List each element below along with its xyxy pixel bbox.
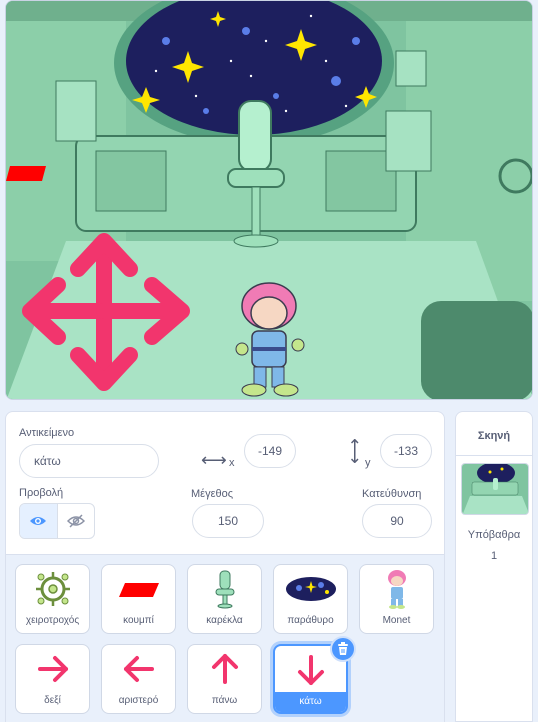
direction-field[interactable]: 90 bbox=[362, 504, 432, 538]
chair-icon bbox=[215, 570, 234, 609]
sprite-tile-name: κουμπί bbox=[123, 615, 154, 626]
sprite-tile-name: Monet bbox=[382, 615, 411, 626]
direction-label: Κατεύθυνση bbox=[362, 488, 422, 500]
hide-button[interactable] bbox=[58, 504, 95, 538]
show-label: Προβολή bbox=[19, 487, 64, 499]
size-field[interactable]: 150 bbox=[192, 504, 264, 538]
sprite-tile-down[interactable]: κάτω bbox=[273, 636, 356, 714]
sprite-tile-monet[interactable]: Monet bbox=[359, 564, 434, 634]
y-label: y bbox=[365, 457, 371, 469]
arrow-up-icon bbox=[211, 654, 238, 684]
sprite-tile-name: δεξί bbox=[44, 695, 61, 706]
sprite-tile-name: κάτω bbox=[275, 692, 346, 712]
monet-icon bbox=[387, 570, 406, 609]
arrow-down-icon bbox=[297, 655, 324, 685]
trash-icon bbox=[338, 642, 348, 655]
red-button-icon bbox=[118, 583, 159, 597]
sprite-tile-up[interactable]: πάνω bbox=[187, 644, 262, 714]
sprite-list: χειροτροχός κουμπί καρέκλα παράθυρο Mone… bbox=[6, 554, 444, 722]
sprite-name-field[interactable]: κάτω bbox=[19, 444, 159, 478]
x-axis-icon: ⟷ bbox=[201, 450, 227, 470]
stage-canvas[interactable] bbox=[5, 0, 533, 400]
sprite-tile-name: πάνω bbox=[211, 695, 238, 706]
sprite-tile-name: χειροτροχός bbox=[25, 615, 80, 626]
sprite-tile-right[interactable]: δεξί bbox=[15, 644, 90, 714]
size-label: Μέγεθος bbox=[191, 488, 234, 500]
x-label: x bbox=[229, 457, 235, 469]
sprite-tile-wheel[interactable]: χειροτροχός bbox=[15, 564, 90, 634]
sprite-tile-name: καρέκλα bbox=[206, 615, 243, 626]
stage-divider bbox=[456, 455, 532, 456]
window-icon bbox=[285, 577, 336, 601]
sprite-tile-chair[interactable]: καρέκλα bbox=[187, 564, 262, 634]
y-field[interactable]: -133 bbox=[380, 434, 432, 468]
wheel-icon bbox=[35, 572, 70, 606]
sprite-label: Αντικείμενο bbox=[19, 427, 75, 439]
sprite-pane: Αντικείμενο κάτω ⟷ x -149 ⟷ y -133 Προβο… bbox=[5, 411, 445, 722]
eye-slash-icon bbox=[66, 514, 85, 528]
sprite-tile-left[interactable]: αριστερό bbox=[101, 644, 176, 714]
show-button[interactable] bbox=[20, 504, 58, 538]
sprite-info: Αντικείμενο κάτω ⟷ x -149 ⟷ y -133 Προβο… bbox=[6, 412, 444, 554]
stage-selector[interactable]: Σκηνή Υπόβαθρα 1 bbox=[455, 411, 533, 722]
spaceship-backdrop bbox=[6, 1, 532, 399]
y-axis-icon: ⟷ bbox=[344, 438, 365, 464]
sprite-tile-name: παράθυρο bbox=[287, 615, 334, 626]
sprite-tile-window[interactable]: παράθυρο bbox=[273, 564, 348, 634]
visibility-toggle bbox=[19, 503, 95, 539]
arrow-left-icon bbox=[123, 656, 154, 682]
delete-sprite-button[interactable] bbox=[330, 636, 356, 662]
backdrop-thumbnail-image bbox=[462, 464, 528, 514]
x-field[interactable]: -149 bbox=[244, 434, 296, 468]
sprite-tile-button[interactable]: κουμπί bbox=[101, 564, 176, 634]
backdrops-count: 1 bbox=[490, 550, 498, 562]
arrow-right-icon bbox=[37, 656, 68, 682]
sprite-tile-name: αριστερό bbox=[118, 695, 159, 706]
backdrops-label: Υπόβαθρα bbox=[467, 529, 521, 541]
stage-title: Σκηνή bbox=[477, 430, 511, 442]
eye-icon bbox=[30, 517, 47, 525]
backdrop-thumbnail bbox=[461, 463, 529, 515]
